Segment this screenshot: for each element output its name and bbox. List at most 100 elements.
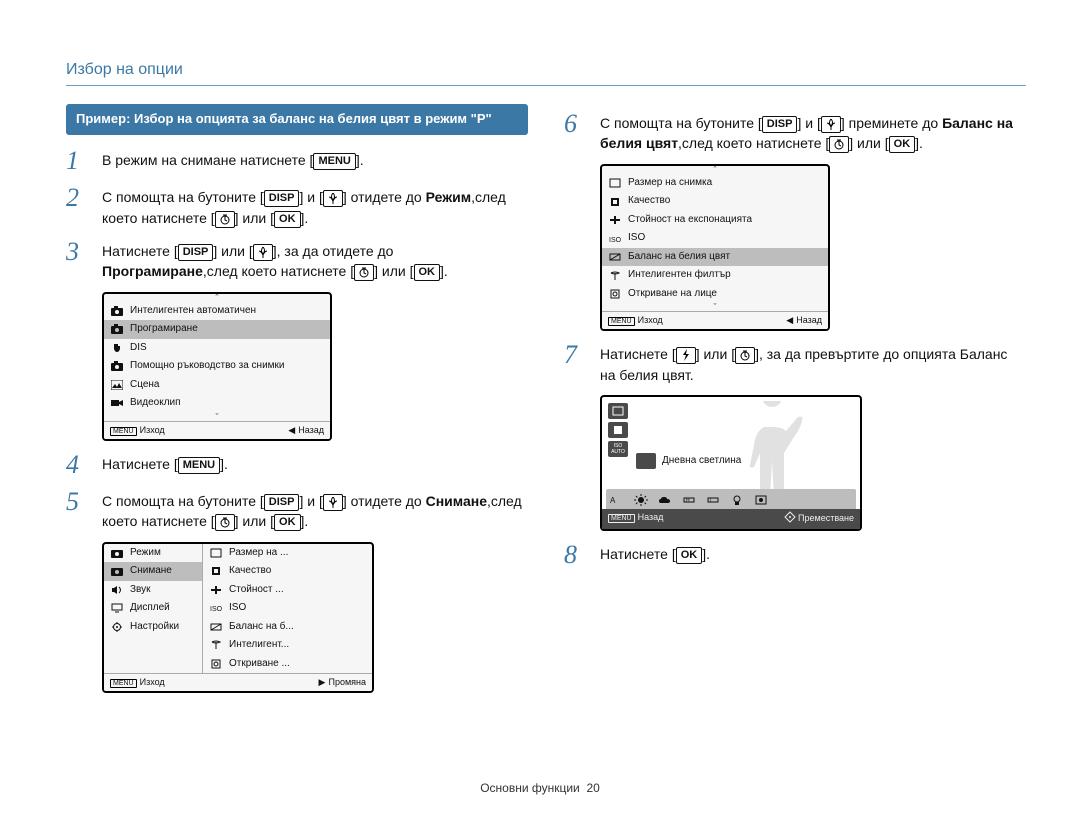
wb-opt-cloudy-icon[interactable]	[656, 492, 674, 508]
step-number-6: 6	[564, 110, 588, 154]
menu-left-item[interactable]: Режим	[104, 544, 202, 563]
step-number-3: 3	[66, 238, 90, 282]
face-icon	[608, 288, 622, 300]
wb-opt-tungsten-icon[interactable]	[728, 492, 746, 508]
shoot-item-label: Откриване на лице	[628, 287, 717, 302]
panel-change[interactable]: ▶Промяна	[319, 676, 366, 689]
menu-right-item[interactable]: Интелигент...	[203, 636, 372, 655]
shoot-item[interactable]: Размер на снимка	[602, 174, 828, 193]
step-5-text: С помощта на бутоните [DISP] и [] отидет…	[102, 488, 528, 532]
disp-button-label: DISP	[264, 190, 300, 207]
step-1-text: В режим на снимане натиснете [MENU].	[102, 147, 528, 174]
wb-opt-fluorescent-l-icon[interactable]: L	[704, 492, 722, 508]
mode-item-label: Помощно ръководство за снимки	[130, 359, 285, 374]
menu-left-label: Звук	[130, 583, 151, 598]
video-icon	[110, 397, 124, 409]
step-4-text: Натиснете [MENU].	[102, 451, 528, 478]
scene-icon	[110, 379, 124, 391]
wb-selected-chip	[636, 453, 656, 469]
menu-button-label: MENU	[178, 457, 220, 474]
menu-right-item[interactable]: Качество	[203, 562, 372, 581]
menu-right-label: Качество	[229, 564, 271, 579]
step-number-8: 8	[564, 541, 588, 568]
menu-left-item[interactable]: Дисплей	[104, 599, 202, 618]
quality-icon	[608, 196, 622, 208]
shoot-item-label: Стойност на експонацията	[628, 213, 752, 228]
shoot-item[interactable]: Откриване на лице	[602, 285, 828, 304]
filter-icon	[608, 270, 622, 282]
menu-left-label: Дисплей	[130, 601, 170, 616]
step-number-7: 7	[564, 341, 588, 385]
speaker-icon	[110, 584, 124, 596]
mode-item-label: Програмиране	[130, 322, 198, 337]
wb-opt-custom-icon[interactable]	[752, 492, 770, 508]
menu-button-label: MENU	[313, 153, 355, 170]
step-3-text: Натиснете [DISP] или [], за да отидете д…	[102, 238, 528, 282]
mode-item[interactable]: Интелигентен автоматичен	[104, 302, 330, 321]
ok-button-label: OK	[414, 264, 441, 281]
shoot-item[interactable]: Стойност на експонацията	[602, 211, 828, 230]
menu-right-item[interactable]: Стойност ...	[203, 581, 372, 600]
mode-item[interactable]: Сцена	[104, 376, 330, 395]
scroll-down-icon: ˇ	[104, 413, 330, 421]
menu-right-item[interactable]: ISO ISO	[203, 599, 372, 618]
shoot-item-label: Размер на снимка	[628, 176, 712, 191]
left-column: Пример: Избор на опцията за баланс на бе…	[66, 104, 528, 703]
macro-icon	[323, 190, 343, 207]
title-underline	[66, 85, 1026, 86]
menu-right-label: Баланс на б...	[229, 620, 294, 635]
step-6-text: С помощта на бутоните [DISP] и [] премин…	[600, 110, 1026, 154]
menu-right-item[interactable]: Откриване ...	[203, 655, 372, 674]
wb-icon	[608, 251, 622, 263]
mode-item[interactable]: Видеоклип	[104, 394, 330, 413]
shoot-item[interactable]: Интелигентен филтър	[602, 266, 828, 285]
svg-text:L: L	[710, 498, 713, 504]
mode-item-selected[interactable]: Програмиране	[104, 320, 330, 339]
mode-item-label: Интелигентен автоматичен	[130, 304, 256, 319]
wb-opt-fluorescent-h-icon[interactable]: H	[680, 492, 698, 508]
quality-icon	[209, 565, 223, 577]
white-balance-panel: ISOAUTO Дневна светлина A H L	[600, 395, 862, 531]
face-icon	[209, 658, 223, 670]
menu-right-item[interactable]: Баланс на б...	[203, 618, 372, 637]
shoot-item-label: Качество	[628, 194, 670, 209]
panel-back[interactable]: ◀Назад	[288, 424, 324, 437]
menu-right-label: ISO	[229, 601, 246, 616]
shoot-item-label: ISO	[628, 231, 645, 246]
macro-icon	[253, 244, 273, 261]
panel-exit[interactable]: MENUИзход	[110, 676, 165, 689]
gear-icon	[110, 621, 124, 633]
wb-selected-label: Дневна светлина	[662, 454, 741, 469]
shoot-item[interactable]: Качество	[602, 192, 828, 211]
panel-move[interactable]: Преместване	[784, 511, 854, 527]
panel-back[interactable]: MENUНазад	[608, 511, 663, 527]
menu-left-label: Настройки	[130, 620, 179, 635]
menu-right-item[interactable]: Размер на ...	[203, 544, 372, 563]
panel-back[interactable]: ◀Назад	[786, 314, 822, 327]
svg-text:H: H	[686, 498, 690, 504]
shoot-item-label: Интелигентен филтър	[628, 268, 731, 283]
main-menu-panel: Режим Снимане Звук Дисплей Настройки Раз…	[102, 542, 374, 694]
wb-options[interactable]: A H L	[606, 489, 856, 511]
menu-right-label: Откриване ...	[229, 657, 290, 672]
wb-opt-daylight-icon[interactable]	[632, 492, 650, 508]
shoot-item-label: Баланс на белия цвят	[628, 250, 730, 265]
macro-icon	[323, 494, 343, 511]
shoot-item-selected[interactable]: Баланс на белия цвят	[602, 248, 828, 267]
timer-icon	[354, 264, 374, 281]
disp-button-label: DISP	[178, 244, 214, 261]
hand-icon	[110, 342, 124, 354]
menu-left-item[interactable]: Настройки	[104, 618, 202, 637]
panel-exit[interactable]: MENUИзход	[608, 314, 663, 327]
menu-left-item-selected[interactable]: Снимане	[104, 562, 202, 581]
svg-text:ISO: ISO	[210, 606, 222, 613]
shoot-item[interactable]: ISOISO	[602, 229, 828, 248]
mode-item[interactable]: DIS	[104, 339, 330, 358]
mode-item[interactable]: Помощно ръководство за снимки	[104, 357, 330, 376]
menu-left-item[interactable]: Звук	[104, 581, 202, 600]
scroll-down-icon: ˇ	[602, 303, 828, 311]
panel-exit[interactable]: MENUИзход	[110, 424, 165, 437]
timer-icon	[829, 136, 849, 153]
silhouette-icon	[732, 401, 812, 501]
wb-opt-auto-icon[interactable]: A	[608, 492, 626, 508]
